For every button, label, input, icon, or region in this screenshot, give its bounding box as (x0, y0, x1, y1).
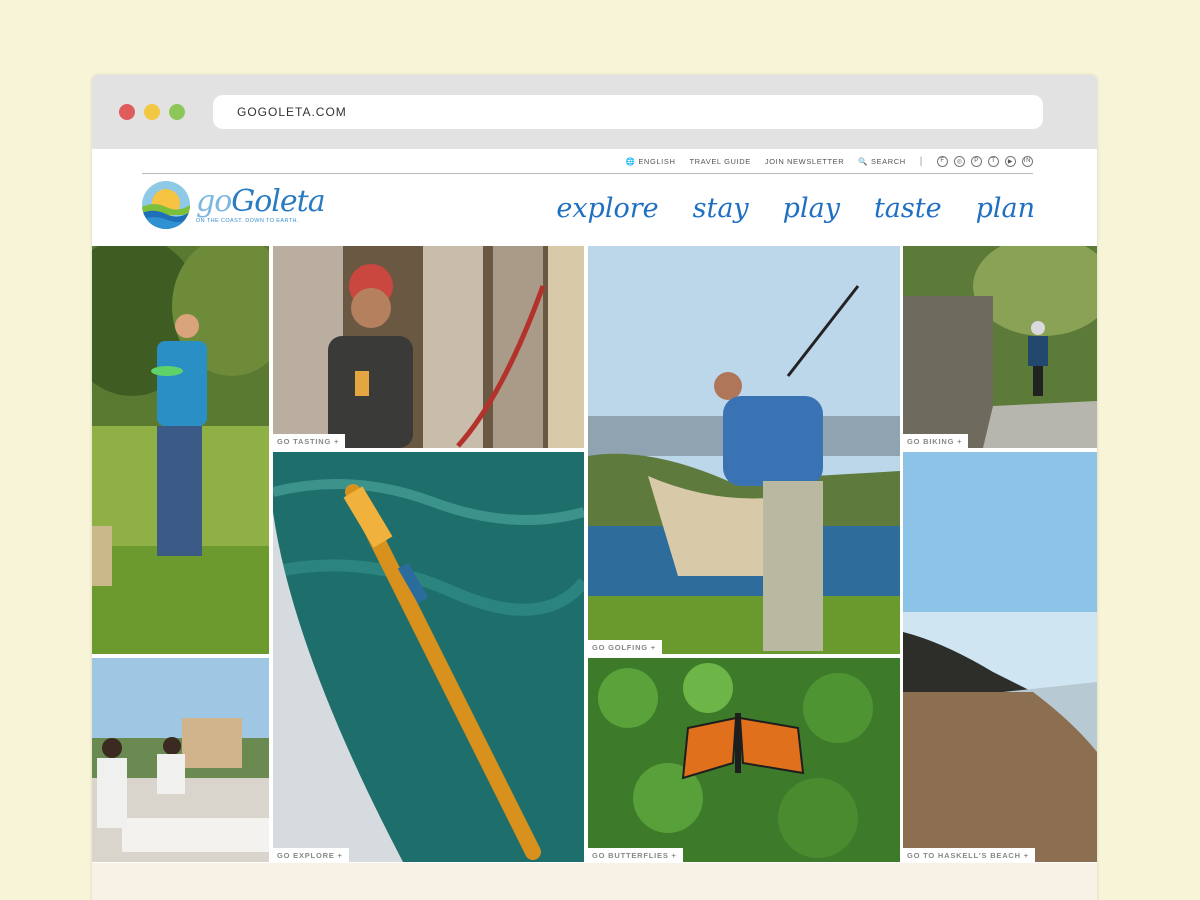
newsletter-link[interactable]: JOIN NEWSLETTER (765, 157, 844, 166)
butterflies-photo (588, 658, 900, 862)
tile-massage[interactable] (92, 658, 269, 862)
tile-golfing[interactable]: GO GOLFING + (588, 246, 900, 654)
youtube-icon[interactable]: ▶ (1005, 155, 1016, 167)
nav-explore[interactable]: explore (556, 193, 658, 224)
golfing-photo (588, 246, 900, 654)
logo-wordmark: goGoleta (196, 183, 326, 219)
tile-frisbee[interactable] (92, 246, 269, 654)
browser-toolbar: GOGOLETA.COM (92, 75, 1097, 149)
site-logo[interactable]: goGoleta ON THE COAST. DOWN TO EARTH. (142, 181, 326, 229)
tile-label: GO EXPLORE + (273, 848, 349, 862)
nav-stay[interactable]: stay (693, 193, 749, 224)
facebook-icon[interactable]: f (937, 155, 948, 167)
tile-beach[interactable]: GO TO HASKELL'S BEACH + (903, 452, 1097, 862)
globe-icon: 🌐 (625, 156, 636, 166)
frisbee-photo (92, 246, 269, 654)
tile-label: GO GOLFING + (588, 640, 662, 654)
utility-nav: 🌐 ENGLISH TRAVEL GUIDE JOIN NEWSLETTER 🔍… (142, 149, 1033, 174)
main-nav: explore stay play taste plan (556, 193, 1035, 224)
tile-label: GO TO HASKELL'S BEACH + (903, 848, 1035, 862)
beach-photo (903, 452, 1097, 862)
photo-grid: GO TASTING + GO GOLFING + GO BIKING + GO… (92, 246, 1097, 862)
nav-play[interactable]: play (783, 193, 840, 224)
logo-mark-icon (142, 181, 190, 229)
tile-label: GO TASTING + (273, 434, 346, 448)
divider: | (919, 155, 923, 167)
search-icon: 🔍 (858, 156, 869, 166)
tile-butterflies[interactable]: GO BUTTERFLIES + (588, 658, 900, 862)
explore-photo (273, 452, 584, 862)
biking-photo (903, 246, 1097, 448)
footer-band (92, 863, 1097, 900)
social-links: f ◎ p t ▶ in (937, 155, 1033, 167)
tile-label: GO BIKING + (903, 434, 969, 448)
tile-label: GO BUTTERFLIES + (588, 848, 683, 862)
nav-taste[interactable]: taste (874, 193, 942, 224)
tile-tasting[interactable]: GO TASTING + (273, 246, 584, 448)
tasting-photo (273, 246, 584, 448)
nav-plan[interactable]: plan (976, 193, 1035, 224)
tile-biking[interactable]: GO BIKING + (903, 246, 1097, 448)
browser-window: GOGOLETA.COM 🌐 ENGLISH TRAVEL GUIDE JOIN… (92, 75, 1097, 900)
address-bar[interactable]: GOGOLETA.COM (213, 95, 1043, 129)
search-link[interactable]: 🔍 SEARCH (858, 157, 906, 166)
linkedin-icon[interactable]: in (1022, 155, 1033, 167)
language-link[interactable]: 🌐 ENGLISH (626, 157, 676, 166)
maximize-window-button[interactable] (169, 104, 185, 120)
twitter-icon[interactable]: t (988, 155, 999, 167)
tile-explore[interactable]: GO EXPLORE + (273, 452, 584, 862)
minimize-window-button[interactable] (144, 104, 160, 120)
travel-guide-link[interactable]: TRAVEL GUIDE (689, 157, 750, 166)
pinterest-icon[interactable]: p (971, 155, 982, 167)
massage-photo (92, 658, 269, 862)
close-window-button[interactable] (119, 104, 135, 120)
instagram-icon[interactable]: ◎ (954, 155, 965, 167)
website: 🌐 ENGLISH TRAVEL GUIDE JOIN NEWSLETTER 🔍… (92, 149, 1097, 900)
